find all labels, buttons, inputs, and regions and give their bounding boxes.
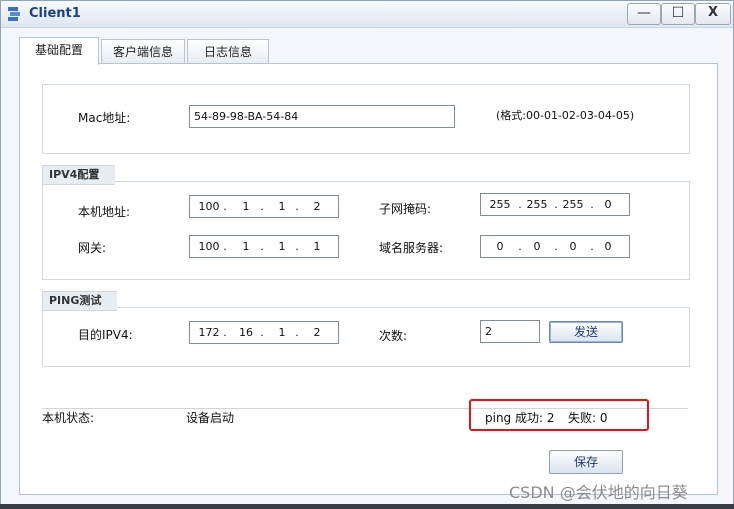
ip-dot: . <box>223 200 227 213</box>
ip-dot: . <box>295 200 299 213</box>
mac-input[interactable]: 54-89-98-BA-54-84 <box>189 105 455 128</box>
gateway-label: 网关: <box>78 241 107 255</box>
bottom-edge <box>0 504 734 509</box>
ip-octet: 0 <box>533 240 541 253</box>
local-address-input[interactable]: 100 . 1 . 1 . 2 <box>189 195 339 218</box>
ip-octet: 0 <box>604 240 612 253</box>
ip-octet: 1 <box>278 326 286 339</box>
ip-octet: 1 <box>242 240 250 253</box>
mac-format-hint: (格式:00-01-02-03-04-05) <box>496 109 635 122</box>
ip-dot: . <box>260 200 264 213</box>
ip-octet: 1 <box>242 200 250 213</box>
local-status-label: 本机状态: <box>42 411 95 425</box>
mac-label: Mac地址: <box>78 111 131 125</box>
ip-dot: . <box>554 240 558 253</box>
ip-dot: . <box>554 198 558 211</box>
highlight-box <box>469 399 649 431</box>
ip-dot: . <box>223 326 227 339</box>
dest-ipv4-label: 目的IPV4: <box>78 328 133 342</box>
dest-ipv4-input[interactable]: 172 . 16 . 1 . 2 <box>189 321 339 344</box>
ip-dot: . <box>295 326 299 339</box>
ip-dot: . <box>223 240 227 253</box>
local-address-label: 本机地址: <box>78 205 131 219</box>
ip-octet: 16 <box>239 326 253 339</box>
local-status-value: 设备启动 <box>186 411 235 425</box>
ip-octet: 100 <box>198 240 220 253</box>
ipv4-section-label: IPV4配置 <box>42 165 115 185</box>
send-button[interactable]: 发送 <box>549 321 623 343</box>
dns-server-input[interactable]: 0 . 0 . 0 . 0 <box>480 235 630 258</box>
ip-dot: . <box>260 240 264 253</box>
form-layer: Mac地址: 54-89-98-BA-54-84 (格式:00-01-02-03… <box>0 0 734 509</box>
ip-dot: . <box>518 240 522 253</box>
ip-dot: . <box>260 326 264 339</box>
ping-section-label: PING测试 <box>42 291 117 311</box>
ip-octet: 2 <box>313 326 321 339</box>
save-button[interactable]: 保存 <box>549 450 623 474</box>
ip-octet: 0 <box>604 198 612 211</box>
ip-octet: 100 <box>198 200 220 213</box>
ip-octet: 0 <box>569 240 577 253</box>
ip-dot: . <box>590 198 594 211</box>
subnet-mask-label: 子网掩码: <box>379 202 432 216</box>
watermark: CSDN @会伏地的向日葵 <box>509 483 688 502</box>
ip-octet: 1 <box>278 200 286 213</box>
dns-server-label: 域名服务器: <box>379 241 444 255</box>
ip-octet: 2 <box>313 200 321 213</box>
ip-dot: . <box>518 198 522 211</box>
subnet-mask-input[interactable]: 255 . 255 . 255 . 0 <box>480 193 630 216</box>
ip-dot: . <box>295 240 299 253</box>
ip-dot: . <box>590 240 594 253</box>
ip-octet: 172 <box>198 326 220 339</box>
ip-octet: 1 <box>313 240 321 253</box>
gateway-input[interactable]: 100 . 1 . 1 . 1 <box>189 235 339 258</box>
count-label: 次数: <box>379 329 408 343</box>
ip-octet: 1 <box>278 240 286 253</box>
ip-octet: 255 <box>526 198 548 211</box>
ip-octet: 0 <box>496 240 504 253</box>
ip-octet: 255 <box>489 198 511 211</box>
count-input[interactable]: 2 <box>480 320 540 343</box>
ip-octet: 255 <box>562 198 584 211</box>
